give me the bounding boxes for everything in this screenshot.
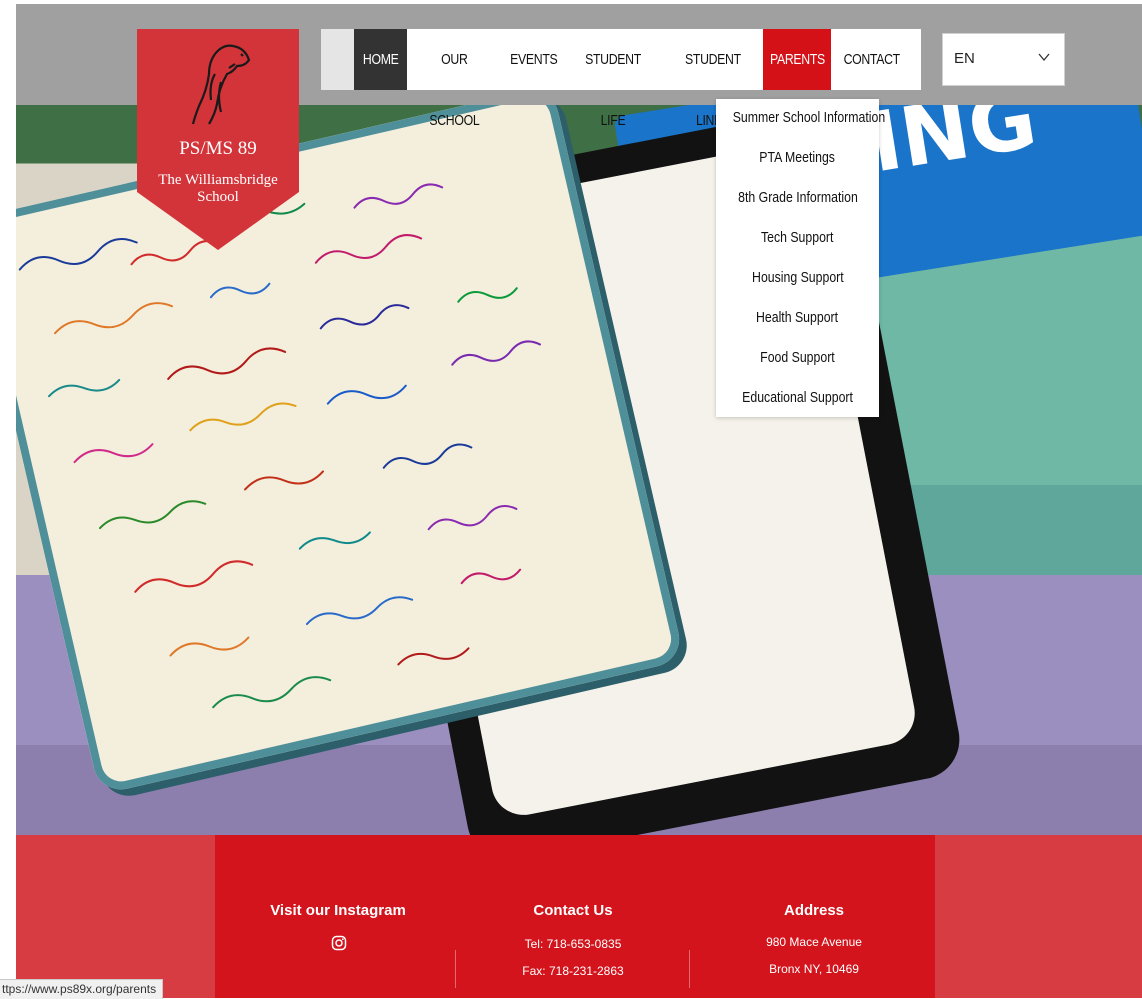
footer-divider bbox=[455, 950, 456, 988]
address-line-1: 980 Mace Avenue bbox=[766, 935, 862, 949]
menu-item-label: Tech Support bbox=[761, 229, 834, 246]
address-line-2: Bronx NY, 10469 bbox=[769, 962, 859, 976]
nav-left-gutter bbox=[321, 29, 354, 90]
menu-item-food-support[interactable]: Food Support bbox=[716, 349, 879, 366]
menu-item-summer-school[interactable]: Summer School Information bbox=[716, 109, 885, 126]
nav-item-contact[interactable]: CONTACT bbox=[843, 29, 901, 90]
panther-icon bbox=[191, 44, 251, 125]
logo-subtitle: The Williamsbridge School bbox=[158, 172, 278, 205]
language-value: EN bbox=[954, 50, 975, 67]
menu-item-label: PTA Meetings bbox=[759, 149, 836, 166]
contact-heading: Contact Us bbox=[533, 902, 613, 919]
menu-item-8th-grade[interactable]: 8th Grade Information bbox=[716, 189, 879, 206]
language-select[interactable]: EN bbox=[942, 33, 1065, 86]
nav-item-our-school[interactable]: OUR SCHOOL bbox=[415, 29, 494, 129]
menu-item-label: 8th Grade Information bbox=[737, 189, 858, 206]
nav-item-events[interactable]: EVENTS bbox=[510, 29, 558, 90]
menu-item-label: Summer School Information bbox=[732, 109, 886, 126]
menu-item-educational-support[interactable]: Educational Support bbox=[716, 389, 879, 406]
parents-dropdown-menu: Summer School Information PTA Meetings 8… bbox=[716, 99, 885, 417]
menu-item-tech-support[interactable]: Tech Support bbox=[716, 229, 879, 246]
status-bar-url: ttps://www.ps89x.org/parents bbox=[0, 979, 164, 999]
nav-item-parents[interactable]: PARENTS bbox=[763, 29, 831, 90]
menu-item-label: Educational Support bbox=[742, 389, 853, 406]
chevron-down-icon bbox=[1038, 53, 1050, 62]
nav-item-label: OUR SCHOOL bbox=[429, 51, 480, 129]
address-heading: Address bbox=[783, 902, 845, 919]
menu-item-housing-support[interactable]: Housing Support bbox=[716, 269, 879, 286]
menu-item-label: Food Support bbox=[760, 349, 835, 366]
header-top-line bbox=[16, 0, 1142, 4]
menu-item-pta-meetings[interactable]: PTA Meetings bbox=[716, 149, 879, 166]
instagram-heading: Visit our Instagram bbox=[270, 902, 406, 919]
menu-item-label: Health Support bbox=[756, 309, 839, 326]
instagram-icon[interactable] bbox=[331, 935, 347, 951]
nav-item-home[interactable]: HOME bbox=[354, 29, 407, 90]
nav-item-label: EVENTS bbox=[510, 51, 558, 68]
footer-right-panel bbox=[935, 835, 1142, 998]
footer-divider bbox=[689, 950, 690, 988]
logo-title: PS/MS 89 bbox=[179, 138, 257, 159]
menu-item-health-support[interactable]: Health Support bbox=[716, 309, 879, 326]
nav-item-student-life[interactable]: STUDENT LIFE bbox=[572, 29, 654, 129]
nav-item-label: CONTACT bbox=[843, 51, 901, 68]
contact-fax: Fax: 718-231-2863 bbox=[522, 964, 624, 978]
footer-left-panel bbox=[16, 835, 215, 998]
menu-item-label: Housing Support bbox=[751, 269, 844, 286]
contact-phone[interactable]: Tel: 718-653-0835 bbox=[473, 937, 673, 951]
nav-item-student-links[interactable]: STUDENT LINKS bbox=[667, 29, 759, 129]
page-margin bbox=[0, 0, 16, 998]
nav-item-label: PARENTS bbox=[769, 51, 825, 68]
main-nav: HOME OUR SCHOOL EVENTS STUDENT LIFE STUD… bbox=[321, 29, 921, 129]
nav-item-label: HOME bbox=[362, 51, 399, 68]
